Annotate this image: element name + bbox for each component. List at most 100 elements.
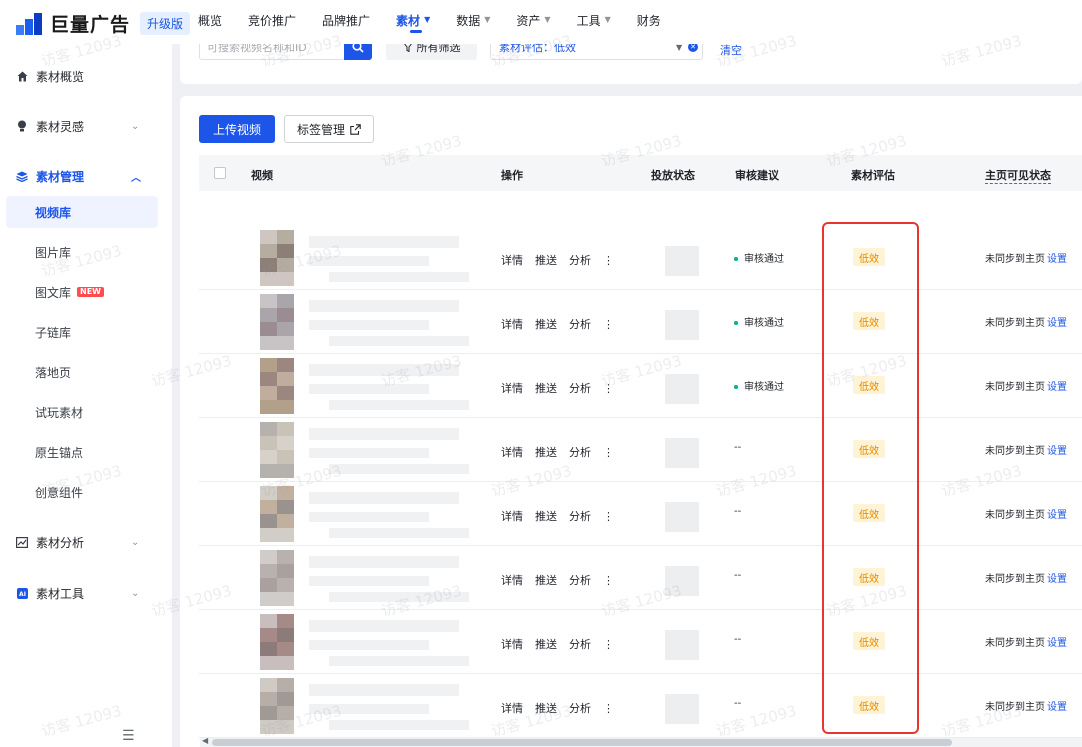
- more-icon[interactable]: ⋮: [603, 638, 614, 651]
- analyze-link[interactable]: 分析: [569, 254, 591, 267]
- top-nav-label: 品牌推广: [322, 14, 371, 28]
- push-link[interactable]: 推送: [535, 446, 557, 459]
- visibility-status-text: 未同步到主页: [985, 638, 1045, 649]
- more-icon[interactable]: ⋮: [603, 574, 614, 587]
- detail-link[interactable]: 详情: [501, 318, 523, 331]
- tag-manage-button[interactable]: 标签管理: [284, 115, 374, 143]
- push-link[interactable]: 推送: [535, 318, 557, 331]
- sidebar-item-label: 素材分析: [36, 535, 85, 550]
- analyze-link[interactable]: 分析: [569, 446, 591, 459]
- visibility-settings-link[interactable]: 设置: [1047, 382, 1067, 393]
- video-thumbnail[interactable]: [260, 230, 294, 286]
- sidebar-subitem[interactable]: 图文库 NEW: [6, 276, 158, 308]
- detail-link[interactable]: 详情: [501, 446, 523, 459]
- more-icon[interactable]: ⋮: [603, 382, 614, 395]
- analyze-link[interactable]: 分析: [569, 510, 591, 523]
- analyze-link[interactable]: 分析: [569, 638, 591, 651]
- more-icon[interactable]: ⋮: [603, 254, 614, 267]
- push-link[interactable]: 推送: [535, 254, 557, 267]
- sidebar-item-inspiration[interactable]: 素材灵感 ⌄: [0, 110, 172, 142]
- top-nav-item[interactable]: 工具 ▼: [577, 0, 611, 44]
- top-nav-item[interactable]: 竞价推广: [248, 0, 296, 44]
- video-thumbnail[interactable]: [260, 678, 294, 734]
- top-nav-item[interactable]: 资产 ▼: [516, 0, 550, 44]
- detail-link[interactable]: 详情: [501, 638, 523, 651]
- row-actions: 详情 推送 分析 ⋮: [501, 700, 626, 716]
- table-row[interactable]: 详情 推送 分析 ⋮ -- 低效 未同步到主页 设置: [199, 418, 1082, 482]
- push-link[interactable]: 推送: [535, 382, 557, 395]
- detail-link[interactable]: 详情: [501, 702, 523, 715]
- sidebar-item-overview[interactable]: 素材概览: [0, 60, 172, 92]
- chevron-up-icon: ︿: [131, 172, 141, 184]
- sidebar-subitem[interactable]: 视频库: [6, 196, 158, 228]
- brand-logo[interactable]: 巨量广告 升级版: [16, 10, 191, 37]
- video-thumbnail[interactable]: [260, 294, 294, 350]
- audit-status-text: 审核通过: [744, 382, 784, 393]
- table-row[interactable]: 详情 推送 分析 ⋮ -- 低效 未同步到主页 设置: [199, 610, 1082, 674]
- table-row[interactable]: 详情 推送 分析 ⋮ -- 低效 未同步到主页 设置: [199, 546, 1082, 610]
- table-row[interactable]: 详情 推送 分析 ⋮ 审核通过 低效 未同步到主页 设置: [199, 354, 1082, 418]
- upload-video-button[interactable]: 上传视频: [199, 115, 275, 143]
- push-link[interactable]: 推送: [535, 510, 557, 523]
- table-row[interactable]: 详情 推送 分析 ⋮ -- 低效 未同步到主页 设置: [199, 674, 1082, 738]
- analyze-link[interactable]: 分析: [569, 382, 591, 395]
- scroll-left-icon[interactable]: ◀: [202, 736, 208, 745]
- push-link[interactable]: 推送: [535, 638, 557, 651]
- table-row[interactable]: 详情 推送 分析 ⋮ 审核通过 低效 未同步到主页 设置: [199, 226, 1082, 290]
- collapse-sidebar-icon[interactable]: ☰: [122, 728, 135, 744]
- analyze-link[interactable]: 分析: [569, 574, 591, 587]
- caret-down-icon: ▼: [604, 15, 611, 24]
- sidebar-subitem[interactable]: 创意组件: [6, 476, 158, 508]
- sidebar-item-analysis[interactable]: 素材分析 ⌄: [0, 526, 172, 558]
- video-thumbnail[interactable]: [260, 614, 294, 670]
- detail-link[interactable]: 详情: [501, 574, 523, 587]
- detail-link[interactable]: 详情: [501, 254, 523, 267]
- sidebar-subitem[interactable]: 原生锚点: [6, 436, 158, 468]
- sidebar-subitem[interactable]: 试玩素材: [6, 396, 158, 428]
- visibility-settings-link[interactable]: 设置: [1047, 702, 1067, 713]
- visibility-settings-link[interactable]: 设置: [1047, 510, 1067, 521]
- clear-filters-link[interactable]: 清空: [720, 42, 742, 58]
- more-icon[interactable]: ⋮: [603, 446, 614, 459]
- column-header-visibility[interactable]: 主页可见状态: [985, 167, 1051, 184]
- horizontal-scrollbar[interactable]: ◀: [200, 736, 1082, 747]
- delivery-status-blurred: [665, 246, 699, 276]
- top-nav-label: 财务: [636, 14, 661, 28]
- analyze-link[interactable]: 分析: [569, 702, 591, 715]
- sidebar-subitem[interactable]: 图片库: [6, 236, 158, 268]
- detail-link[interactable]: 详情: [501, 382, 523, 395]
- visibility-settings-link[interactable]: 设置: [1047, 254, 1067, 265]
- scrollbar-thumb[interactable]: [212, 739, 952, 746]
- push-link[interactable]: 推送: [535, 702, 557, 715]
- top-nav-item[interactable]: 数据 ▼: [456, 0, 490, 44]
- top-nav-item[interactable]: 品牌推广: [322, 0, 370, 44]
- sidebar-subitem[interactable]: 落地页: [6, 356, 158, 388]
- video-thumbnail[interactable]: [260, 358, 294, 414]
- top-nav-item[interactable]: 概览: [198, 0, 222, 44]
- more-icon[interactable]: ⋮: [603, 510, 614, 523]
- push-link[interactable]: 推送: [535, 574, 557, 587]
- table-row[interactable]: 详情 推送 分析 ⋮ -- 低效 未同步到主页 设置: [199, 482, 1082, 546]
- audit-status-text: --: [734, 442, 742, 453]
- select-all-checkbox[interactable]: [214, 167, 226, 179]
- video-thumbnail[interactable]: [260, 486, 294, 542]
- visibility-settings-link[interactable]: 设置: [1047, 638, 1067, 649]
- visibility-settings-link[interactable]: 设置: [1047, 318, 1067, 329]
- video-thumbnail[interactable]: [260, 422, 294, 478]
- sidebar-item-tools[interactable]: AI 素材工具 ⌄: [0, 577, 172, 609]
- more-icon[interactable]: ⋮: [603, 702, 614, 715]
- sidebar-subitem[interactable]: 子链库: [6, 316, 158, 348]
- sidebar-item-management[interactable]: 素材管理 ︿: [0, 160, 172, 192]
- more-icon[interactable]: ⋮: [603, 318, 614, 331]
- top-nav-item[interactable]: 素材 ▼: [396, 0, 430, 44]
- visibility-settings-link[interactable]: 设置: [1047, 446, 1067, 457]
- table-row[interactable]: 详情 推送 分析 ⋮ 审核通过 低效 未同步到主页 设置: [199, 290, 1082, 354]
- logo-text: 巨量广告: [50, 14, 131, 36]
- detail-link[interactable]: 详情: [501, 510, 523, 523]
- visibility-settings-link[interactable]: 设置: [1047, 574, 1067, 585]
- top-nav-item[interactable]: 财务: [637, 0, 661, 44]
- video-thumbnail[interactable]: [260, 550, 294, 606]
- homepage-visibility: 未同步到主页 设置: [985, 442, 1067, 457]
- analyze-link[interactable]: 分析: [569, 318, 591, 331]
- upgrade-badge[interactable]: 升级版: [140, 12, 191, 35]
